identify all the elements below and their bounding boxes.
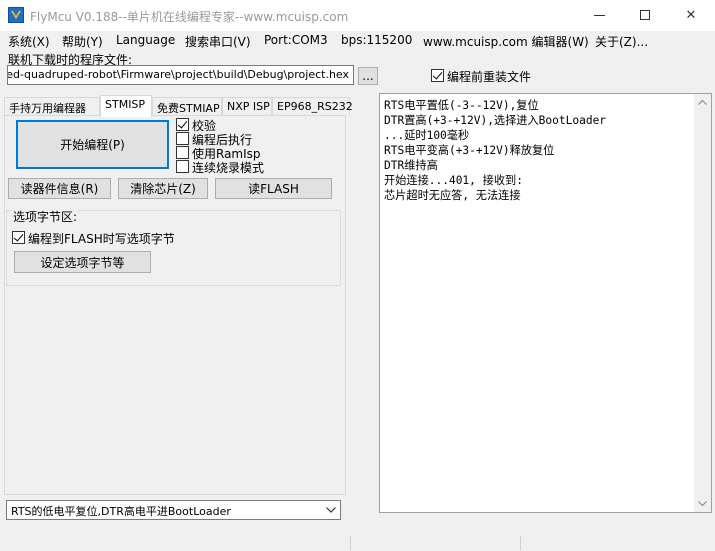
log-line: DTR置高(+3-+12V),选择进入BootLoader (384, 114, 607, 127)
log-line: RTS电平变高(+3-+12V)释放复位 (384, 144, 555, 157)
menu-help[interactable]: 帮助(Y) (62, 33, 103, 50)
maximize-button[interactable] (622, 0, 668, 30)
close-icon: ✕ (685, 7, 697, 23)
title-bar[interactable]: FlyMcu V0.188--单片机在线编程专家--www.mcuisp.com… (0, 0, 715, 31)
tab-ep968-rs232[interactable]: EP968_RS232 (272, 97, 353, 116)
menu-language[interactable]: Language (116, 33, 175, 47)
log-line: DTR维持高 (384, 159, 438, 172)
browse-file-button[interactable]: ... (358, 67, 378, 85)
menu-system[interactable]: 系统(X) (8, 33, 50, 50)
option-bytes-legend: 选项字节区: (12, 208, 79, 225)
flymcu-app-icon (8, 7, 24, 23)
set-option-bytes-button[interactable]: 设定选项字节等 (14, 251, 151, 273)
chevron-down-icon (323, 502, 339, 518)
window-title: FlyMcu V0.188--单片机在线编程专家--www.mcuisp.com (30, 10, 349, 24)
stmisp-panel (4, 115, 346, 495)
write-option-bytes-label: 编程到FLASH时写选项字节 (28, 232, 175, 246)
log-scrollbar[interactable] (694, 94, 711, 512)
verify-checkbox[interactable] (176, 118, 189, 131)
continuous-burn-checkbox[interactable] (176, 160, 189, 173)
minimize-icon (593, 14, 605, 16)
log-line: 开始连接...401, 接收到: (384, 174, 523, 187)
run-after-program-checkbox[interactable] (176, 132, 189, 145)
write-option-bytes-checkbox[interactable] (12, 231, 25, 244)
use-ramisp-checkbox[interactable] (176, 146, 189, 159)
log-line: ...延时100毫秒 (384, 129, 470, 142)
status-bar (0, 526, 715, 551)
tab-nxp-isp[interactable]: NXP ISP (222, 97, 272, 116)
menu-bar: 系统(X) 帮助(Y) Language 搜索串口(V) Port:COM3 b… (0, 31, 715, 51)
erase-chip-button[interactable]: 清除芯片(Z) (118, 178, 208, 199)
reload-before-program-checkbox[interactable] (431, 69, 444, 82)
tab-free-stmiap[interactable]: 免费STMIAP (152, 97, 222, 116)
menu-port[interactable]: Port:COM3 (264, 33, 328, 47)
scroll-up-icon[interactable] (694, 94, 711, 111)
close-button[interactable]: ✕ (668, 0, 714, 30)
tab-handheld-programmer[interactable]: 手持万用编程器 (4, 97, 100, 116)
reset-mode-select[interactable]: RTS的低电平复位,DTR高电平进BootLoader (6, 500, 341, 520)
menu-about[interactable]: 关于(Z)... (595, 33, 648, 50)
read-device-info-button[interactable]: 读器件信息(R) (8, 178, 111, 199)
menu-search-port[interactable]: 搜索串口(V) (185, 33, 251, 50)
log-output[interactable]: RTS电平置低(-3--12V),复位 DTR置高(+3-+12V),选择进入B… (379, 93, 712, 513)
maximize-icon (640, 10, 650, 20)
status-divider (350, 536, 351, 550)
status-divider (520, 536, 521, 550)
minimize-button[interactable] (576, 0, 622, 30)
log-line: 芯片超时无应答, 无法连接 (384, 189, 521, 202)
scroll-down-icon[interactable] (694, 495, 711, 512)
log-line: RTS电平置低(-3--12V),复位 (384, 99, 539, 112)
tab-stmisp[interactable]: STMISP (100, 95, 152, 117)
continuous-burn-label: 连续烧录模式 (192, 161, 265, 175)
start-program-button[interactable]: 开始编程(P) (16, 120, 169, 169)
read-flash-button[interactable]: 读FLASH (215, 178, 332, 199)
reload-before-program-label: 编程前重装文件 (447, 70, 532, 84)
reset-mode-value: RTS的低电平复位,DTR高电平进BootLoader (11, 505, 231, 518)
menu-editor[interactable]: www.mcuisp.com 编辑器(W) (423, 33, 589, 50)
menu-bps[interactable]: bps:115200 (341, 33, 412, 47)
program-file-path: D:\...\-wheeled-quadruped-robot\Firmware… (7, 68, 349, 81)
program-file-input[interactable]: D:\...\-wheeled-quadruped-robot\Firmware… (7, 65, 354, 85)
